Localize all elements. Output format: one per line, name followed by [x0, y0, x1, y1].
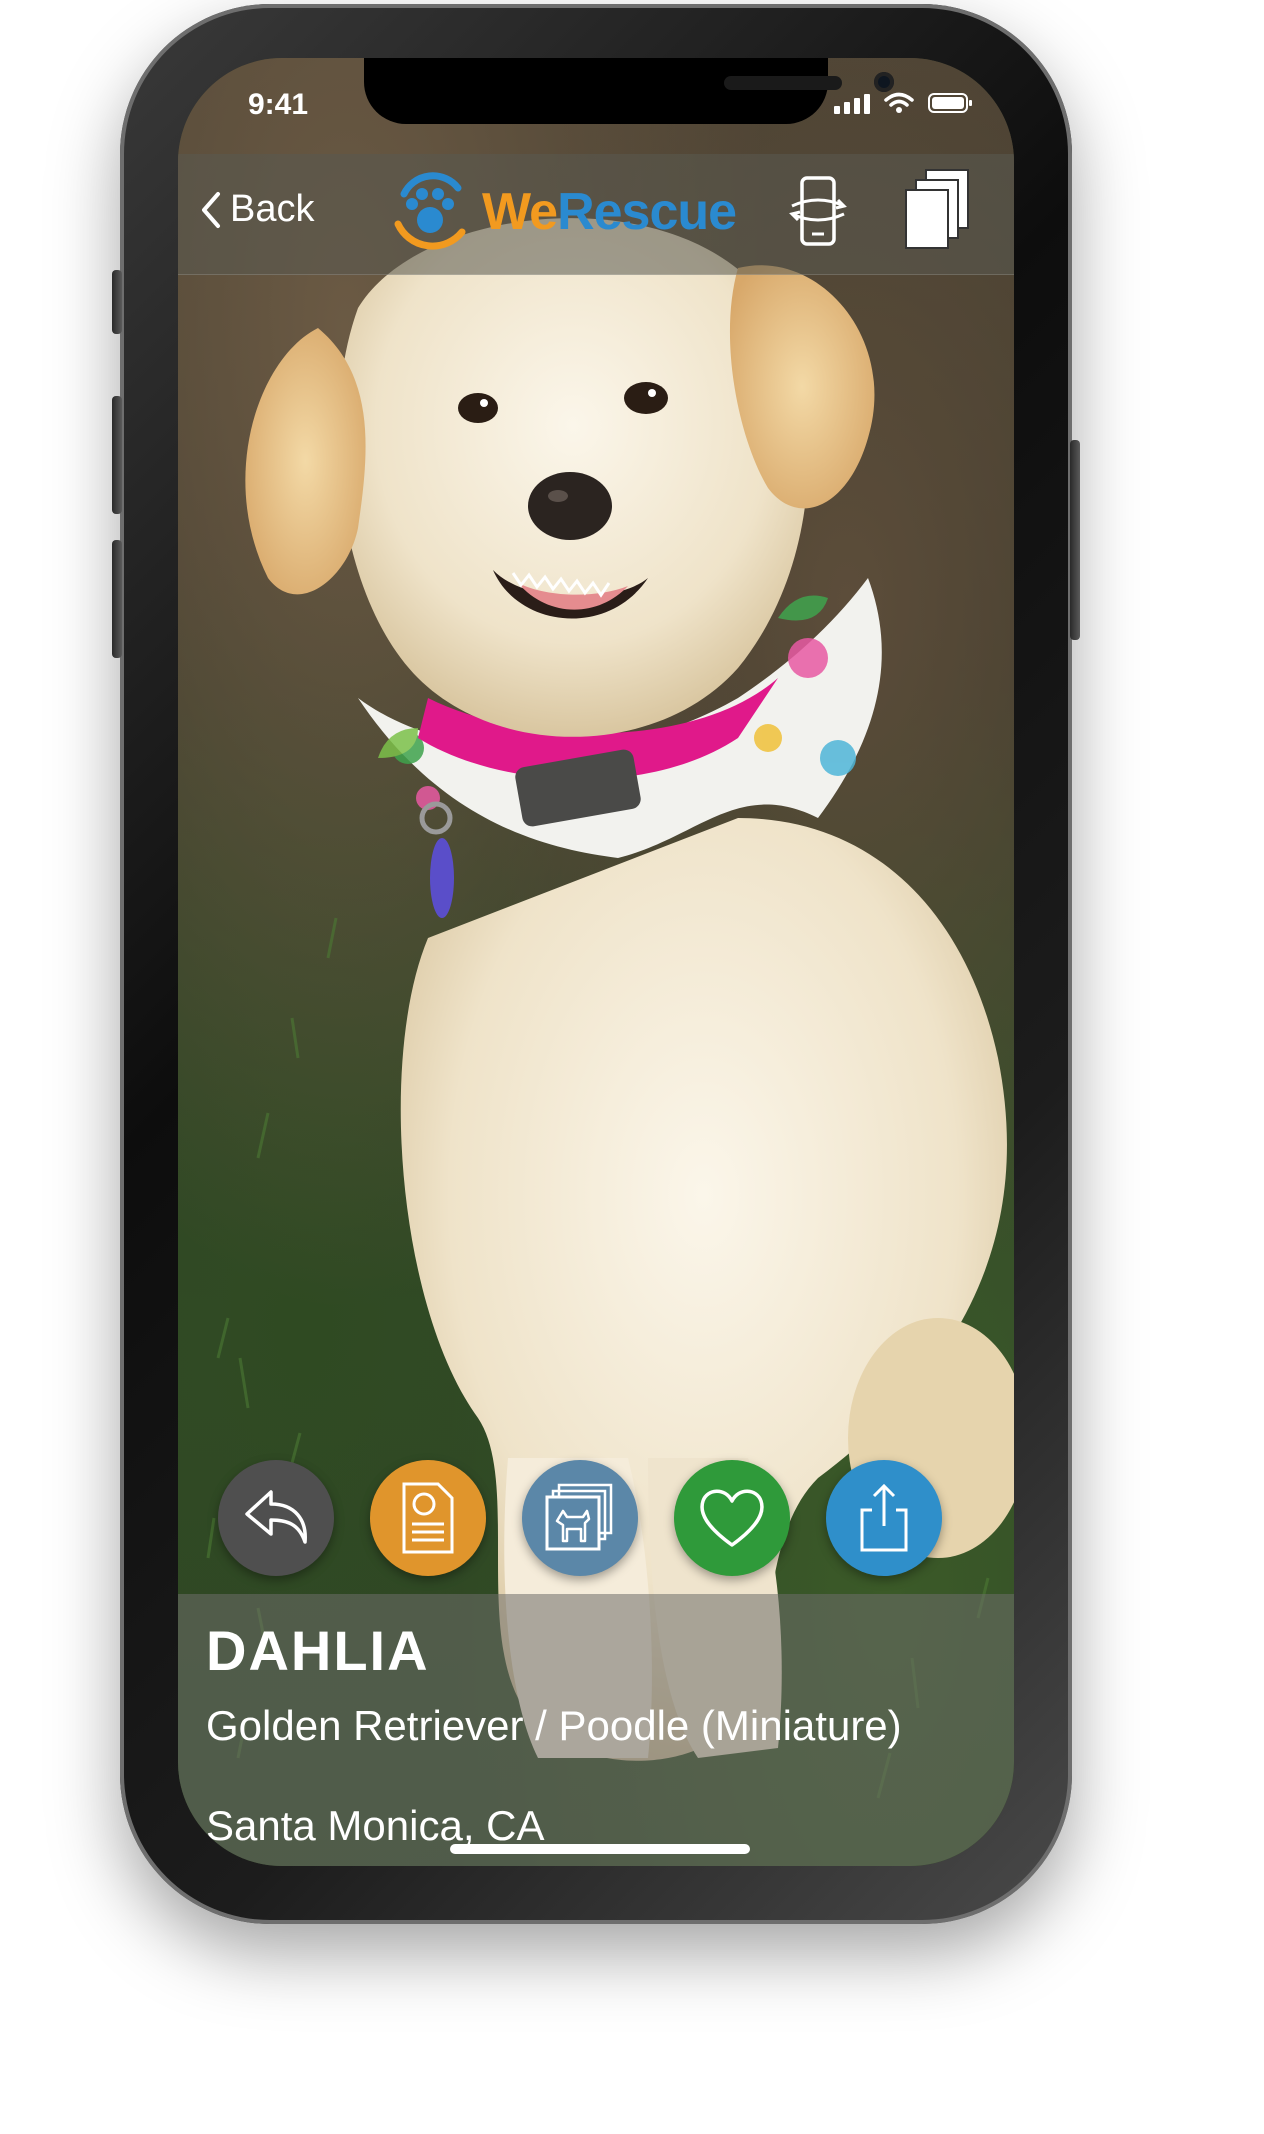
share-button[interactable]	[826, 1460, 942, 1576]
volume-down-button	[112, 540, 122, 658]
share-icon	[860, 1483, 908, 1552]
logo-we: We	[482, 183, 558, 241]
volume-up-button	[112, 396, 122, 514]
notch	[364, 58, 894, 124]
status-time: 9:41	[248, 88, 309, 121]
cards-stack-button[interactable]	[894, 164, 984, 265]
undo-button[interactable]	[218, 1460, 334, 1576]
pet-location: Santa Monica, CA	[206, 1802, 545, 1849]
reply-arrow-icon	[245, 1490, 307, 1544]
silent-switch	[112, 270, 122, 334]
favorite-button[interactable]	[674, 1460, 790, 1576]
chevron-left-icon	[202, 191, 220, 228]
pet-name: DAHLIA	[206, 1619, 430, 1682]
phone-rotate-icon	[789, 176, 847, 246]
cellular-signal-icon	[834, 94, 870, 114]
pet-action-bar	[178, 1460, 1014, 1580]
werescue-logo: WeRescue	[384, 164, 737, 260]
battery-icon	[928, 93, 972, 113]
dog-gallery-icon	[545, 1483, 613, 1551]
back-label: Back	[230, 188, 315, 230]
speaker	[724, 76, 842, 90]
phone-rotate-button[interactable]	[788, 172, 848, 257]
logo-wordmark: WeRescue	[482, 182, 737, 242]
wifi-icon	[884, 92, 914, 113]
application-form-icon	[402, 1482, 454, 1554]
status-icons	[834, 92, 974, 114]
paw-logo-icon	[394, 172, 466, 250]
cards-stack-icon	[905, 169, 969, 249]
gallery-button[interactable]	[522, 1460, 638, 1576]
heart-icon	[700, 1489, 764, 1547]
pet-info-panel: DAHLIA Golden Retriever / Poodle (Miniat…	[178, 1594, 1014, 1866]
app-screen: 9:41 Back WeRescue DAHLIA Golden Retriev…	[178, 58, 1014, 1866]
power-button	[1070, 440, 1080, 640]
home-indicator[interactable]	[450, 1844, 750, 1854]
front-camera	[874, 72, 894, 92]
application-button[interactable]	[370, 1460, 486, 1576]
logo-rescue: Rescue	[557, 183, 737, 241]
pet-breed: Golden Retriever / Poodle (Miniature)	[206, 1702, 902, 1749]
back-button[interactable]: Back	[200, 188, 314, 231]
top-nav-bar: Back WeRescue	[178, 154, 1014, 275]
